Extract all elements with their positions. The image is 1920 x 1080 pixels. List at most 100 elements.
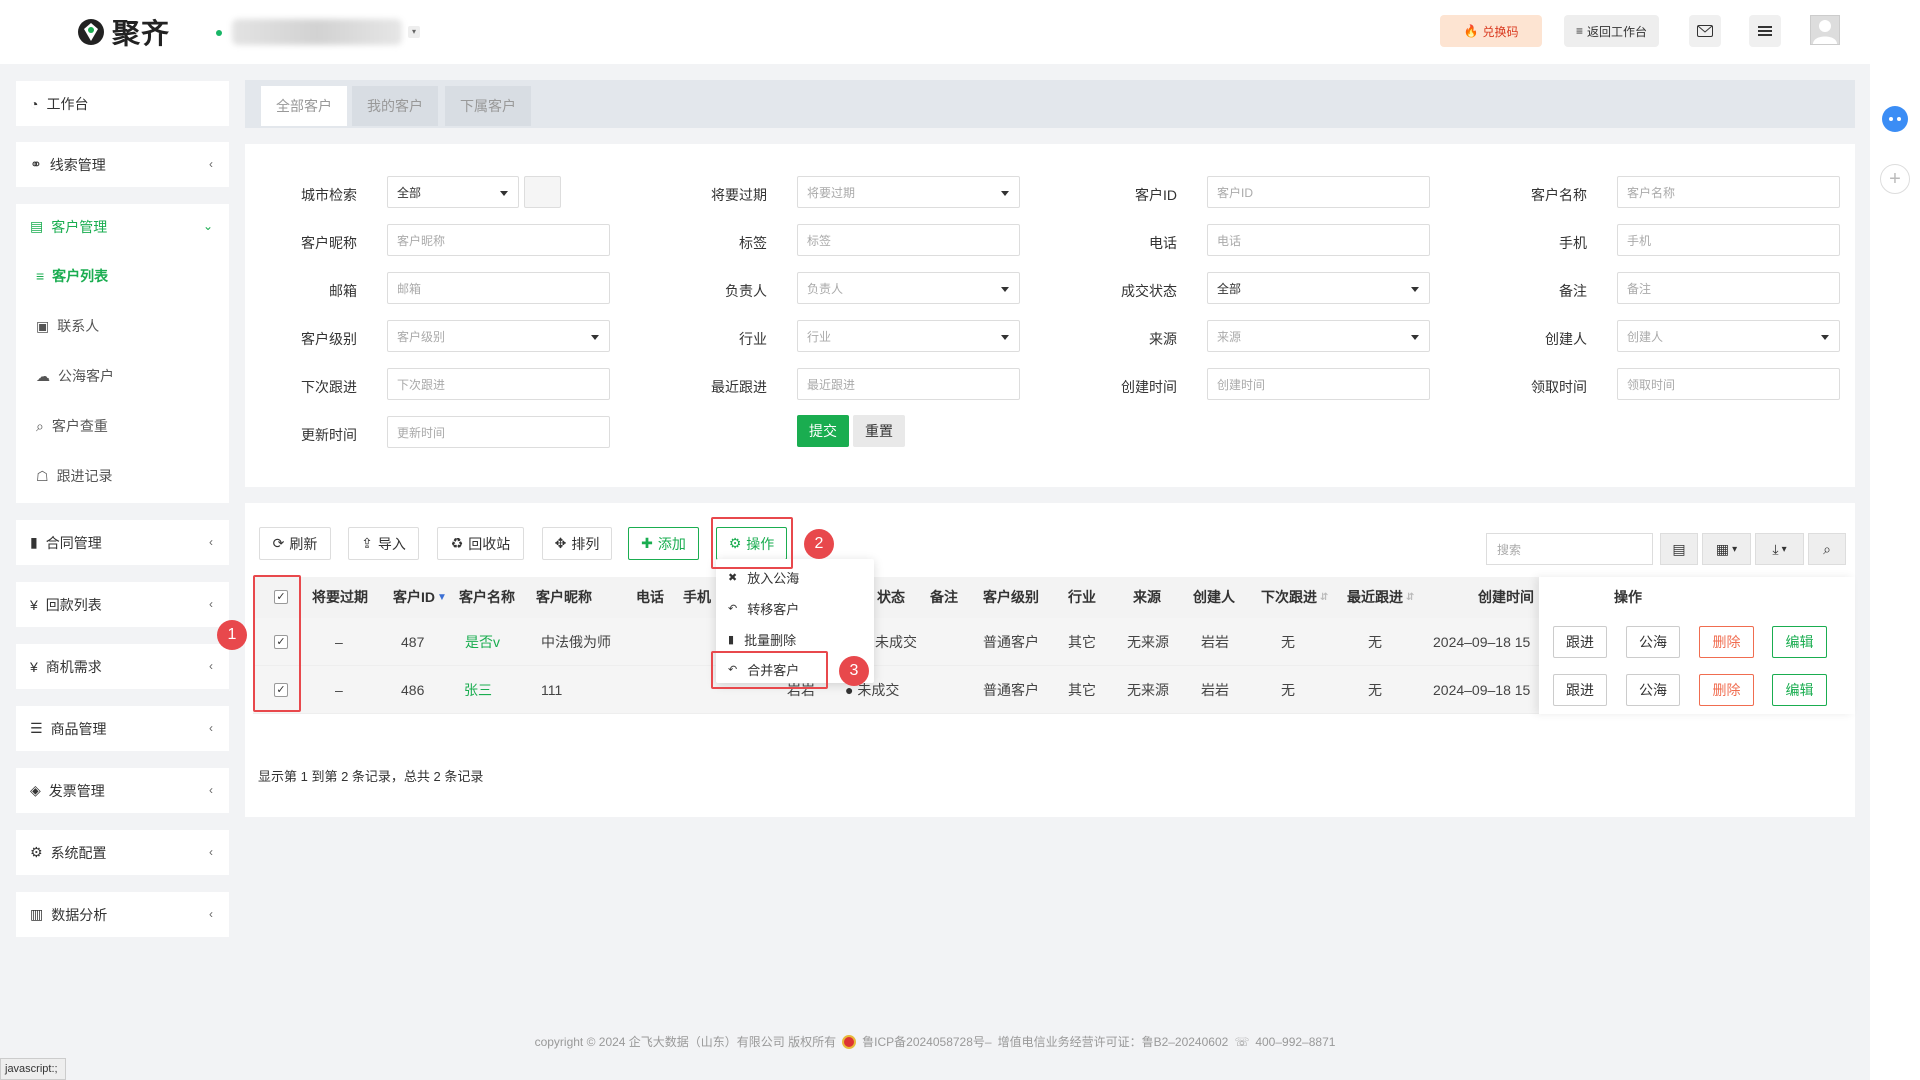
sidebar-item-analytics[interactable]: ▥ 数据分析 ‹ — [16, 892, 229, 937]
public-pool-button[interactable]: 公海 — [1626, 626, 1680, 658]
submenu-customer-list[interactable]: ≡ 客户列表 — [36, 265, 108, 287]
level-select[interactable]: 客户级别 — [387, 320, 610, 352]
sidebar-item-payments[interactable]: ¥ 回款列表 ‹ — [16, 582, 229, 627]
col-mobile[interactable]: 手机 — [683, 577, 711, 618]
col-name[interactable]: 客户名称 — [459, 577, 515, 618]
customer-id-input[interactable]: 客户ID — [1207, 176, 1430, 208]
recycle-bin-button[interactable]: ♻ 回收站 — [437, 527, 524, 560]
col-expiring[interactable]: 将要过期 — [312, 577, 368, 618]
col-phone[interactable]: 电话 — [636, 577, 664, 618]
submenu-contacts[interactable]: ▣ 联系人 — [36, 315, 99, 337]
mobile-input[interactable]: 手机 — [1617, 224, 1840, 256]
cell-name-link[interactable]: 张三 — [464, 666, 492, 714]
col-source[interactable]: 来源 — [1133, 577, 1161, 618]
add-label: 添加 — [657, 535, 686, 552]
search-button[interactable]: ⌕ — [1808, 533, 1846, 565]
sort-button[interactable]: ✥ 排列 — [542, 527, 612, 560]
menu-button[interactable] — [1749, 15, 1781, 47]
city-select[interactable]: 全部 — [387, 176, 519, 208]
reset-button[interactable]: 重置 — [853, 415, 905, 447]
expiring-select[interactable]: 将要过期 — [797, 176, 1020, 208]
email-input[interactable]: 邮箱 — [387, 272, 610, 304]
export-button[interactable]: ⤓ ▾ — [1755, 533, 1804, 565]
tag-input[interactable]: 标签 — [797, 224, 1020, 256]
table-search-input[interactable]: 搜索 — [1486, 533, 1653, 565]
import-label: 导入 — [377, 535, 406, 552]
edit-button[interactable]: 编辑 — [1772, 626, 1827, 658]
creator-select[interactable]: 创建人 — [1617, 320, 1840, 352]
sort-desc-icon[interactable]: ▼ — [437, 577, 447, 618]
menu-item-transfer[interactable]: ↶ 转移客户 — [728, 596, 799, 620]
next-follow-input[interactable]: 下次跟进 — [387, 368, 610, 400]
sort-icon[interactable]: ⇵ — [1320, 577, 1328, 618]
cell-name-link[interactable]: 是否v — [465, 618, 500, 666]
owner-select[interactable]: 负责人 — [797, 272, 1020, 304]
follow-button[interactable]: 跟进 — [1553, 674, 1607, 706]
source-select[interactable]: 来源 — [1207, 320, 1430, 352]
submenu-follow-records[interactable]: ☖ 跟进记录 — [36, 465, 113, 487]
logo[interactable]: 聚齐 — [76, 12, 170, 52]
grid-icon: ▦ — [1715, 540, 1730, 557]
col-id[interactable]: 客户ID — [393, 577, 435, 618]
toggle-view-button[interactable]: ▤ — [1660, 533, 1698, 565]
create-time-input[interactable]: 创建时间 — [1207, 368, 1430, 400]
col-status[interactable]: 状态 — [877, 577, 905, 618]
add-button[interactable]: ✚ 添加 — [628, 527, 699, 560]
sidebar-item-contracts[interactable]: ▮ 合同管理 ‹ — [16, 520, 229, 565]
return-workbench-button[interactable]: ≡ 返回工作台 — [1564, 15, 1659, 47]
follow-button[interactable]: 跟进 — [1553, 626, 1607, 658]
nickname-input[interactable]: 客户昵称 — [387, 224, 610, 256]
phone-input[interactable]: 电话 — [1207, 224, 1430, 256]
submit-button[interactable]: 提交 — [797, 415, 849, 447]
col-level[interactable]: 客户级别 — [983, 577, 1039, 618]
delete-button[interactable]: 删除 — [1699, 626, 1754, 658]
sidebar-item-settings[interactable]: ⚙ 系统配置 ‹ — [16, 830, 229, 875]
refresh-button[interactable]: ⟳ 刷新 — [259, 527, 331, 560]
col-nickname[interactable]: 客户昵称 — [536, 577, 592, 618]
chevron-left-icon: ‹ — [209, 157, 213, 171]
cell-creator: 岩岩 — [1201, 634, 1229, 650]
col-creator[interactable]: 创建人 — [1193, 577, 1235, 618]
delete-button[interactable]: 删除 — [1699, 674, 1754, 706]
mail-button[interactable] — [1689, 15, 1721, 47]
col-remark[interactable]: 备注 — [930, 577, 958, 618]
col-next-follow[interactable]: 下次跟进 — [1261, 577, 1317, 618]
icp-link[interactable]: 鲁ICP备2024058728号– — [862, 1033, 991, 1050]
company-name-blurred[interactable] — [232, 19, 402, 45]
add-icon[interactable]: + — [1880, 164, 1910, 194]
tab-all-customers[interactable]: 全部客户 — [261, 86, 347, 126]
menu-item-batch-delete[interactable]: ▮ 批量删除 — [728, 627, 796, 651]
chat-bot-icon[interactable] — [1880, 104, 1910, 134]
submenu-public-customers[interactable]: ☁ 公海客户 — [36, 365, 114, 387]
yen-icon: ¥ — [30, 658, 38, 675]
sidebar-item-products[interactable]: ☰ 商品管理 ‹ — [16, 706, 229, 751]
public-pool-button[interactable]: 公海 — [1626, 674, 1680, 706]
col-last-follow[interactable]: 最近跟进 — [1347, 577, 1403, 618]
industry-select[interactable]: 行业 — [797, 320, 1020, 352]
redeem-code-button[interactable]: 🔥 兑换码 — [1440, 15, 1542, 47]
col-created[interactable]: 创建时间 — [1478, 577, 1534, 618]
user-avatar[interactable] — [1810, 15, 1840, 45]
remark-input[interactable]: 备注 — [1617, 272, 1840, 304]
customer-name-input[interactable]: 客户名称 — [1617, 176, 1840, 208]
sidebar-item-opportunities[interactable]: ¥ 商机需求 ‹ — [16, 644, 229, 689]
update-time-input[interactable]: 更新时间 — [387, 416, 610, 448]
sidebar-item-invoices[interactable]: ◈ 发票管理 ‹ — [16, 768, 229, 813]
submenu-duplicate-check[interactable]: ⌕ 客户查重 — [36, 415, 108, 437]
last-follow-input[interactable]: 最近跟进 — [797, 368, 1020, 400]
tab-subordinate-customers[interactable]: 下属客户 — [445, 86, 531, 126]
sort-icon[interactable]: ⇵ — [1406, 577, 1414, 618]
columns-button[interactable]: ▦ ▾ — [1702, 533, 1751, 565]
col-industry[interactable]: 行业 — [1068, 577, 1096, 618]
sidebar-item-workbench[interactable]: ◔ 工作台 — [16, 81, 229, 126]
claim-time-input[interactable]: 领取时间 — [1617, 368, 1840, 400]
cell-industry: 其它 — [1068, 634, 1096, 650]
company-caret-icon[interactable]: ▾ — [408, 26, 420, 38]
user-icon — [1813, 20, 1837, 44]
sidebar-item-leads[interactable]: ⚭ 线索管理 ‹ — [16, 142, 229, 187]
deal-status-select[interactable]: 全部 — [1207, 272, 1430, 304]
import-button[interactable]: ⇪ 导入 — [348, 527, 419, 560]
tab-my-customers[interactable]: 我的客户 — [352, 86, 438, 126]
edit-button[interactable]: 编辑 — [1772, 674, 1827, 706]
city-extra-select[interactable] — [524, 176, 561, 208]
